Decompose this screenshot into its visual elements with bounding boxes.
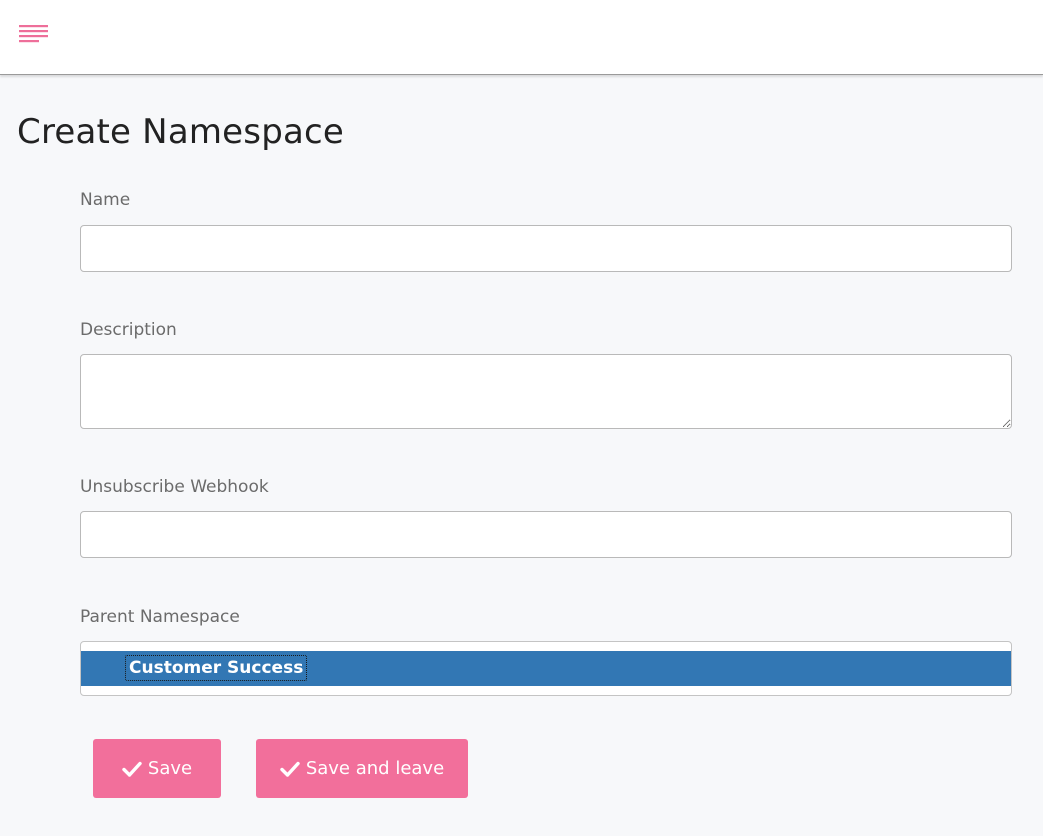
top-bar [0, 0, 1043, 75]
unsubscribe-webhook-input[interactable] [80, 511, 1012, 558]
parent-namespace-label: Parent Namespace [80, 607, 240, 627]
page-title: Create Namespace [17, 112, 345, 152]
name-label: Name [80, 190, 131, 210]
description-label: Description [80, 320, 177, 340]
parent-namespace-select[interactable]: Customer Success [80, 641, 1012, 696]
check-icon [280, 759, 300, 779]
save-button-label: Save [147, 758, 193, 779]
save-button[interactable]: Save [93, 739, 221, 798]
hamburger-menu-icon[interactable] [14, 20, 52, 50]
check-icon [122, 759, 142, 779]
parent-namespace-option-label: Customer Success [125, 655, 308, 681]
save-and-leave-button[interactable]: Save and leave [256, 739, 468, 798]
unsubscribe-webhook-label: Unsubscribe Webhook [80, 477, 269, 497]
name-input[interactable] [80, 225, 1012, 272]
save-and-leave-button-label: Save and leave [305, 758, 445, 779]
description-textarea[interactable] [80, 354, 1012, 429]
hamburger-menu-svg [19, 25, 48, 43]
parent-namespace-option-selected[interactable]: Customer Success [81, 651, 1011, 686]
